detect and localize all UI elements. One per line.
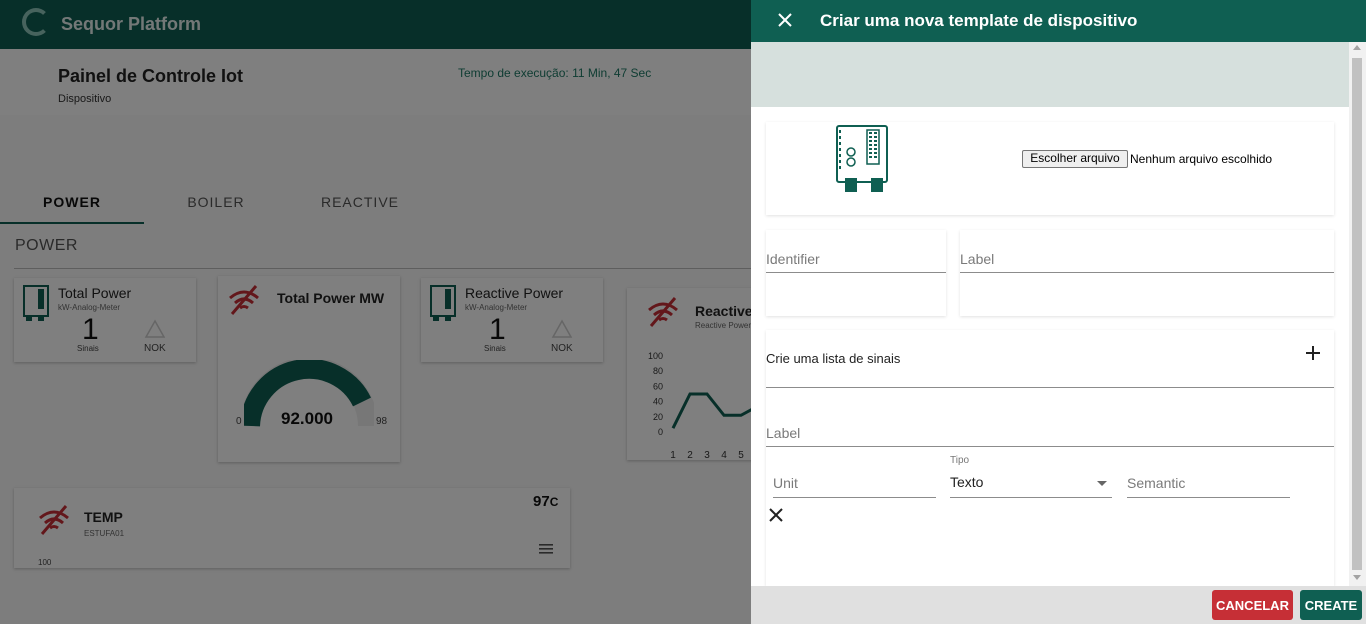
- close-icon[interactable]: [775, 10, 795, 30]
- identifier-panel: [766, 230, 946, 316]
- semantic-underline: [1127, 497, 1290, 498]
- label-input[interactable]: Label: [960, 251, 994, 267]
- label-panel: [960, 230, 1334, 316]
- file-status: Nenhum arquivo escolhido: [1130, 152, 1273, 166]
- scrollbar-thumb[interactable]: [1352, 58, 1362, 570]
- drawer-title: Criar uma nova template de dispositivo: [820, 11, 1138, 30]
- signal-label-input[interactable]: Label: [766, 425, 800, 441]
- tipo-select[interactable]: Texto: [950, 474, 983, 490]
- chevron-down-icon[interactable]: [1097, 481, 1107, 486]
- signal-label-underline: [766, 446, 1334, 447]
- create-template-drawer: Criar uma nova template de dispositivo E…: [751, 0, 1366, 624]
- semantic-input[interactable]: Semantic: [1127, 475, 1185, 491]
- scroll-up-arrow-icon[interactable]: [1353, 45, 1361, 50]
- signals-panel: [766, 330, 1334, 586]
- device-board-icon: [836, 125, 888, 192]
- scroll-down-arrow-icon[interactable]: [1353, 575, 1361, 580]
- create-button[interactable]: CREATE: [1300, 590, 1362, 620]
- tipo-underline: [950, 497, 1112, 498]
- unit-underline: [773, 497, 936, 498]
- signals-divider: [766, 387, 1334, 388]
- add-signal-icon[interactable]: [1304, 344, 1322, 362]
- unit-input[interactable]: Unit: [773, 475, 798, 491]
- signals-title: Crie uma lista de sinais: [766, 351, 901, 366]
- drawer-banner: [751, 42, 1349, 107]
- identifier-underline: [766, 272, 946, 273]
- label-underline: [960, 272, 1334, 273]
- identifier-input[interactable]: Identifier: [766, 251, 820, 267]
- choose-file-button[interactable]: Escolher arquivo: [1022, 150, 1128, 168]
- cancel-button[interactable]: CANCELAR: [1212, 590, 1293, 620]
- tipo-label: Tipo: [950, 455, 970, 466]
- remove-signal-icon[interactable]: [769, 508, 783, 522]
- drawer-header: Criar uma nova template de dispositivo: [751, 0, 1366, 42]
